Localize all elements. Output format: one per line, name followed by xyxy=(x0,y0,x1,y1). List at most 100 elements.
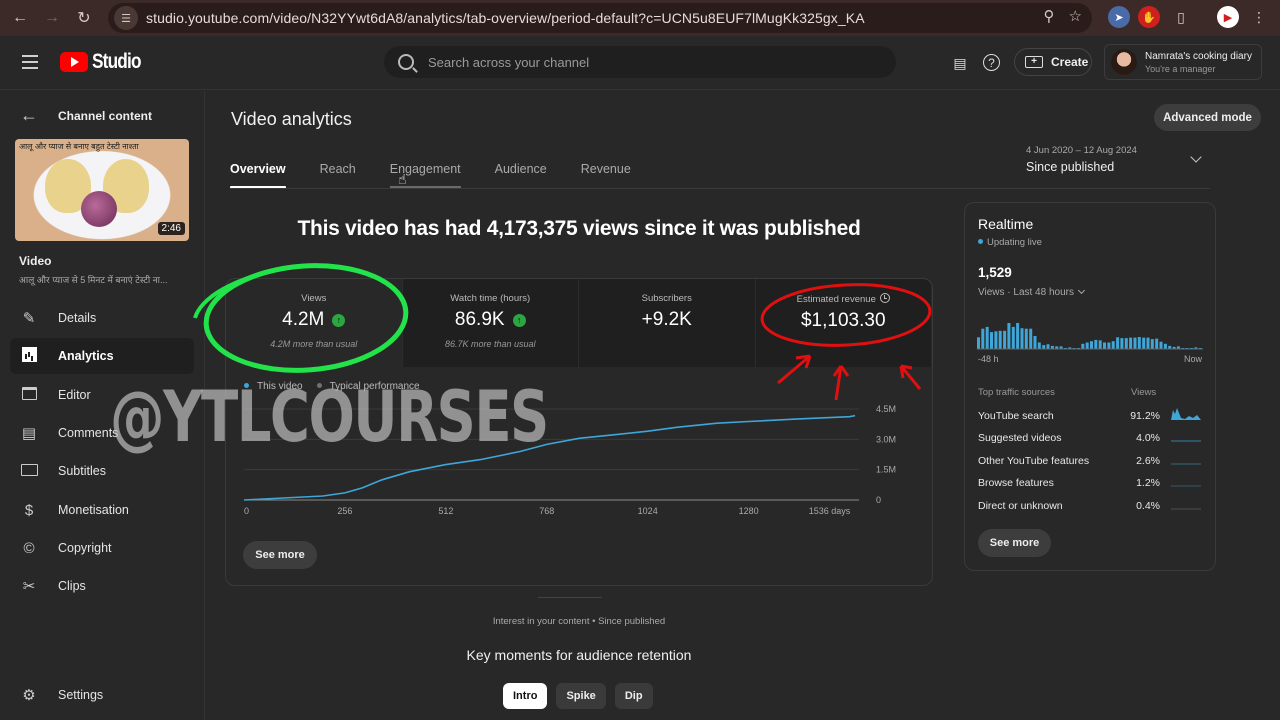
live-dot-icon xyxy=(978,239,983,244)
sidebar-item-settings[interactable]: ⚙ Settings xyxy=(10,677,194,713)
traffic-header-label: Top traffic sources xyxy=(978,387,1055,398)
create-video-icon: + xyxy=(1025,56,1043,68)
sidebar-item-analytics[interactable]: Analytics xyxy=(10,338,194,374)
sidebar-item-label: Settings xyxy=(58,688,104,702)
search-bar[interactable] xyxy=(384,46,896,78)
traffic-sparkline xyxy=(1171,508,1201,510)
metric-value: 4.2M xyxy=(282,309,325,330)
metric-watch-time[interactable]: Watch time (hours) 86.9K ↑ 86.7K more tha… xyxy=(402,279,579,367)
views-line-chart[interactable]: 0 1.5M 3.0M 4.5M 0 256 512 768 1024 1280 1536 days xyxy=(226,397,932,527)
search-icon xyxy=(398,54,414,70)
realtime-bar xyxy=(1133,337,1137,349)
sidebar-item-comments[interactable]: ▤ Comments xyxy=(10,415,194,451)
period-selector[interactable]: 4 Jun 2020 – 12 Aug 2024 Since published xyxy=(1026,145,1206,174)
sidebar-item-subtitles[interactable]: Subtitles xyxy=(10,453,194,489)
sidebar-item-editor[interactable]: Editor xyxy=(10,377,194,413)
channel-content-back-button[interactable]: ← Channel content xyxy=(20,105,152,126)
traffic-row[interactable]: Direct or unknown 0.4% xyxy=(978,500,1204,518)
reload-icon[interactable]: ↻ xyxy=(72,6,96,30)
realtime-bar xyxy=(994,331,998,349)
traffic-source-pct: 4.0% xyxy=(1136,432,1160,444)
back-label: Channel content xyxy=(58,108,153,123)
sidebar-item-monetisation[interactable]: $ Monetisation xyxy=(10,492,194,528)
y-tick-label: 1.5M xyxy=(876,465,896,475)
traffic-source-name: Other YouTube features xyxy=(978,455,1090,467)
realtime-bar xyxy=(1033,336,1037,349)
sidebar: ← Channel content आलू और प्याज से बनाए ब… xyxy=(0,91,205,720)
traffic-row[interactable]: Suggested videos 4.0% xyxy=(978,432,1204,450)
trend-up-icon: ↑ xyxy=(512,313,526,327)
realtime-bar xyxy=(1107,342,1111,349)
retention-subtitle: Interest in your content • Since publish… xyxy=(492,616,666,627)
pencil-icon: ✎ xyxy=(22,310,36,327)
extensions-puzzle-icon[interactable]: ▯ xyxy=(1170,6,1192,28)
x-tick-label: 1024 xyxy=(638,506,658,516)
realtime-bar xyxy=(1016,323,1020,349)
account-name: Namrata's cooking diary xyxy=(1145,50,1252,62)
bookmark-star-icon[interactable]: ☆ xyxy=(1069,7,1082,25)
tab-overview[interactable]: Overview xyxy=(230,155,286,189)
browser-menu-icon[interactable]: ⋮ xyxy=(1248,6,1270,28)
metric-subscribers[interactable]: Subscribers +9.2K xyxy=(579,279,756,367)
logo-text: Studio xyxy=(92,50,141,73)
metric-tabs: Views 4.2M ↑ 4.2M more than usual Watch t… xyxy=(226,279,932,367)
traffic-row[interactable]: Browse features 1.2% xyxy=(978,477,1204,495)
forward-arrow-icon[interactable]: → xyxy=(40,6,64,30)
traffic-sparkline xyxy=(1171,485,1201,487)
tab-reach[interactable]: Reach xyxy=(320,155,356,189)
studio-logo[interactable]: Studio xyxy=(60,50,151,74)
sidebar-item-label: Analytics xyxy=(58,349,114,363)
tab-audience[interactable]: Audience xyxy=(495,155,547,189)
realtime-bar xyxy=(1116,337,1120,349)
copyright-icon: © xyxy=(23,539,35,557)
menu-icon[interactable] xyxy=(22,55,38,69)
zoom-icon[interactable]: ⚲ xyxy=(1044,7,1055,25)
extension-cursor-icon[interactable]: ➤ xyxy=(1108,6,1130,28)
realtime-bar xyxy=(981,328,985,349)
sidebar-item-label: Comments xyxy=(58,426,119,440)
traffic-source-pct: 0.4% xyxy=(1136,500,1160,512)
see-more-button[interactable]: See more xyxy=(243,541,317,569)
x-tick-label: 768 xyxy=(539,506,554,516)
realtime-period-selector[interactable]: Views · Last 48 hours xyxy=(978,286,1086,298)
realtime-axis-end: Now xyxy=(1183,354,1202,364)
y-tick-label: 4.5M xyxy=(876,404,896,414)
video-thumbnail[interactable]: आलू और प्याज से बनाए बहुत टेस्टी नाश्ता … xyxy=(15,139,189,241)
advanced-mode-button[interactable]: Advanced mode xyxy=(1154,104,1261,131)
chip-dip[interactable]: Dip xyxy=(614,683,653,709)
sidebar-item-copyright[interactable]: © Copyright xyxy=(10,530,194,566)
analytics-icon xyxy=(19,346,39,366)
url-text[interactable]: studio.youtube.com/video/N32YYwt6dA8/ana… xyxy=(146,10,865,26)
extension-hand-icon[interactable]: ✋ xyxy=(1138,6,1160,28)
metric-views[interactable]: Views 4.2M ↑ 4.2M more than usual xyxy=(226,279,403,367)
site-settings-icon[interactable]: ☰ xyxy=(114,6,138,30)
realtime-bar xyxy=(1024,328,1028,349)
back-arrow-icon[interactable]: ← xyxy=(8,6,32,30)
youtube-play-icon xyxy=(60,52,88,72)
metric-label: Estimated revenue xyxy=(796,294,876,305)
create-button[interactable]: + Create xyxy=(1014,48,1092,76)
metric-estimated-revenue[interactable]: Estimated revenue $1,103.30 xyxy=(755,279,932,367)
chip-spike[interactable]: Spike xyxy=(556,683,606,709)
tab-revenue[interactable]: Revenue xyxy=(581,155,631,189)
metric-label: Views xyxy=(301,293,327,304)
help-icon[interactable]: ? xyxy=(983,54,1000,71)
address-bar[interactable]: ☰ studio.youtube.com/video/N32YYwt6dA8/a… xyxy=(108,3,1092,33)
sidebar-item-label: Subtitles xyxy=(58,464,106,478)
sidebar-item-details[interactable]: ✎ Details xyxy=(10,300,194,336)
sidebar-item-clips[interactable]: ✂ Clips xyxy=(10,568,194,604)
account-switcher[interactable]: Namrata's cooking diary You're a manager xyxy=(1104,44,1262,80)
chip-intro[interactable]: Intro xyxy=(503,683,548,709)
feedback-icon[interactable]: ▤ xyxy=(950,53,970,73)
profile-avatar-icon[interactable]: ▶ xyxy=(1217,6,1239,28)
x-tick-label: 1536 days xyxy=(809,506,851,516)
search-input[interactable] xyxy=(428,54,868,70)
browser-toolbar: ← → ↻ ☰ studio.youtube.com/video/N32YYwt… xyxy=(0,0,1280,36)
account-role: You're a manager xyxy=(1145,63,1216,74)
realtime-title: Realtime xyxy=(978,216,1034,232)
traffic-sources-header: Top traffic sources Views xyxy=(978,387,1204,398)
realtime-axis-start: -48 h xyxy=(978,354,999,364)
metric-value: $1,103.30 xyxy=(800,310,886,331)
tabs-divider xyxy=(230,188,1210,189)
realtime-see-more-button[interactable]: See more xyxy=(978,529,1051,557)
